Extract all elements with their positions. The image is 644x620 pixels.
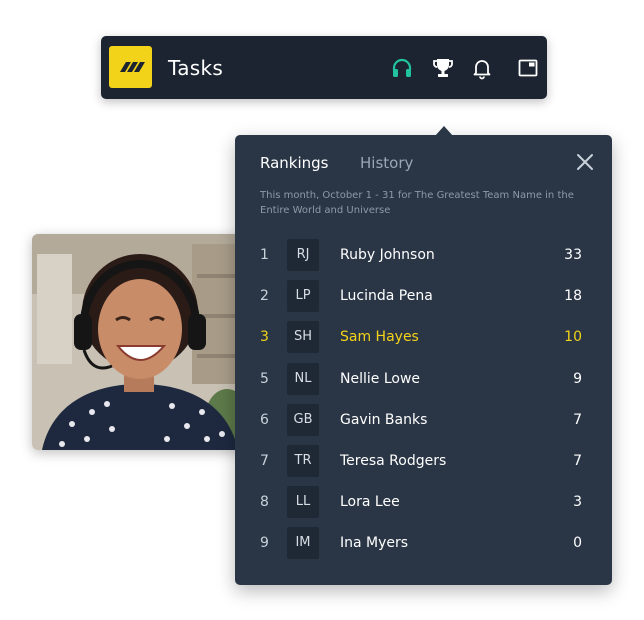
headset-icon[interactable] xyxy=(390,56,414,80)
player-name: Nellie Lowe xyxy=(340,370,421,387)
ranking-row[interactable]: 1 RJ Ruby Johnson 33 xyxy=(235,235,612,276)
stage: Tasks Rankings History This month, Octob… xyxy=(0,0,644,620)
rank-number: 6 xyxy=(260,411,269,428)
avatar-initials: LP xyxy=(287,280,319,313)
rank-number: 7 xyxy=(260,452,269,469)
tab-rankings[interactable]: Rankings xyxy=(260,153,329,173)
avatar-initials: TR xyxy=(287,444,319,477)
app-title: Tasks xyxy=(168,56,224,80)
player-score: 9 xyxy=(573,370,582,387)
ranking-row[interactable]: 6 GB Gavin Banks 7 xyxy=(235,400,612,441)
app-logo[interactable] xyxy=(109,46,152,88)
rank-number: 2 xyxy=(260,288,269,305)
player-name: Lucinda Pena xyxy=(340,288,433,305)
avatar-initials: GB xyxy=(287,403,319,436)
player-score: 0 xyxy=(573,535,582,552)
player-score: 18 xyxy=(564,288,582,305)
ranking-row[interactable]: 5 NL Nellie Lowe 9 xyxy=(235,359,612,400)
rankings-subtitle: This month, October 1 - 31 for The Great… xyxy=(260,190,574,216)
player-name: Ina Myers xyxy=(340,535,409,552)
close-icon[interactable] xyxy=(574,151,596,173)
ranking-row[interactable]: 8 LL Lora Lee 3 xyxy=(235,482,612,523)
logo-stripes-icon xyxy=(120,62,145,72)
bell-icon[interactable] xyxy=(470,56,494,80)
rankings-panel: Rankings History This month, October 1 -… xyxy=(235,126,612,585)
avatar-initials: LL xyxy=(287,486,319,519)
rank-number: 9 xyxy=(260,535,269,552)
player-score: 10 xyxy=(564,329,582,346)
ranking-row[interactable]: 9 IM Ina Myers 0 xyxy=(235,523,612,564)
player-name: Ruby Johnson xyxy=(340,247,435,263)
player-name: Teresa Rodgers xyxy=(340,452,447,469)
app-topbar: Tasks xyxy=(101,36,547,99)
player-score: 3 xyxy=(573,494,582,511)
player-name: Lora Lee xyxy=(340,494,400,511)
tab-history[interactable]: History xyxy=(360,153,413,173)
player-score: 33 xyxy=(564,247,582,263)
rank-number: 5 xyxy=(260,370,269,387)
person-photo xyxy=(32,234,248,450)
window-icon[interactable] xyxy=(516,56,540,80)
rank-number: 1 xyxy=(260,247,269,263)
avatar-initials: IM xyxy=(287,527,319,560)
player-score: 7 xyxy=(573,411,582,428)
avatar-initials: NL xyxy=(287,362,319,395)
ranking-row-current-user[interactable]: 3 SH Sam Hayes 10 xyxy=(235,317,612,358)
avatar-initials: SH xyxy=(287,321,319,354)
rank-number: 8 xyxy=(260,494,269,511)
rank-number: 3 xyxy=(260,329,269,346)
trophy-icon[interactable] xyxy=(431,56,455,80)
avatar-initials: RJ xyxy=(287,239,319,271)
rankings-list: 1 RJ Ruby Johnson 33 2 LP Lucinda Pena 1… xyxy=(235,235,612,565)
panel-caret xyxy=(435,126,453,136)
player-name: Sam Hayes xyxy=(340,329,419,346)
player-name: Gavin Banks xyxy=(340,411,428,428)
ranking-row[interactable]: 7 TR Teresa Rodgers 7 xyxy=(235,441,612,482)
player-score: 7 xyxy=(573,452,582,469)
ranking-row[interactable]: 2 LP Lucinda Pena 18 xyxy=(235,276,612,317)
